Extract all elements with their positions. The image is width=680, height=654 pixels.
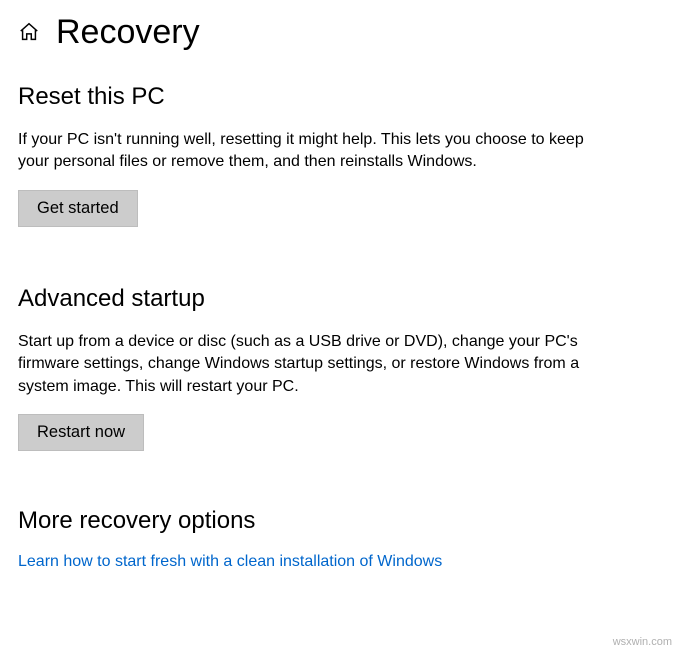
- advanced-heading: Advanced startup: [18, 285, 662, 313]
- section-reset: Reset this PC If your PC isn't running w…: [18, 83, 662, 227]
- home-icon[interactable]: [18, 21, 40, 43]
- content-area: Reset this PC If your PC isn't running w…: [0, 83, 680, 571]
- restart-now-button[interactable]: Restart now: [18, 414, 144, 451]
- more-heading: More recovery options: [18, 507, 662, 535]
- reset-heading: Reset this PC: [18, 83, 662, 111]
- page-header: Recovery: [0, 0, 680, 59]
- reset-desc: If your PC isn't running well, resetting…: [18, 129, 588, 174]
- page-title: Recovery: [56, 15, 200, 49]
- advanced-desc: Start up from a device or disc (such as …: [18, 331, 588, 398]
- section-advanced-startup: Advanced startup Start up from a device …: [18, 285, 662, 451]
- fresh-install-link[interactable]: Learn how to start fresh with a clean in…: [18, 553, 442, 570]
- attribution-text: wsxwin.com: [613, 636, 672, 648]
- get-started-button[interactable]: Get started: [18, 190, 138, 227]
- section-more-recovery: More recovery options Learn how to start…: [18, 507, 662, 571]
